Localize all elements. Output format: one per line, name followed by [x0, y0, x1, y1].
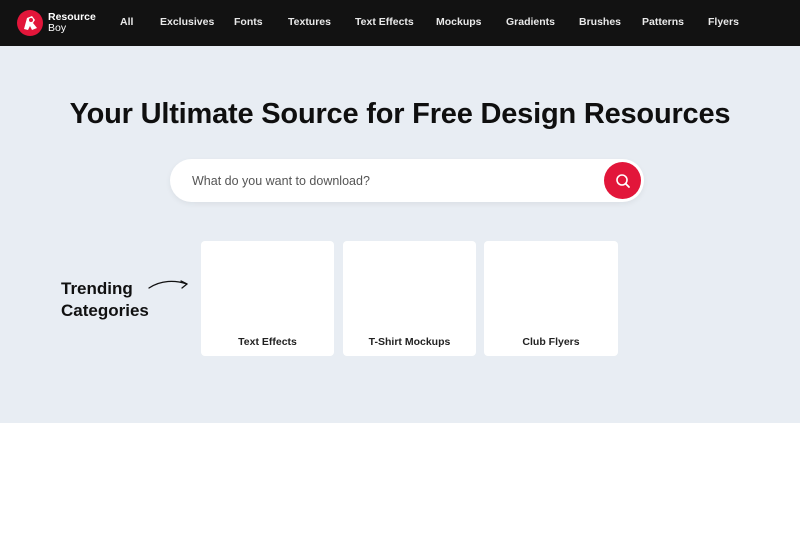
nav-item-gradients[interactable]: Gradients: [506, 16, 555, 28]
category-card-text-effects[interactable]: Text Effects: [201, 241, 334, 356]
nav-item-flyers[interactable]: Flyers: [708, 16, 739, 28]
nav-item-text-effects[interactable]: Text Effects: [355, 16, 414, 28]
search-icon: [615, 173, 630, 188]
curved-arrow-icon: [148, 280, 188, 289]
trending-categories-heading: Trending Categories: [61, 278, 149, 322]
category-card-club-flyers[interactable]: Club Flyers: [484, 241, 618, 356]
nav-item-mockups[interactable]: Mockups: [436, 16, 482, 28]
main-nav: All Exclusives Fonts Textures Text Effec…: [0, 0, 800, 46]
nav-item-patterns[interactable]: Patterns: [642, 16, 684, 28]
nav-item-exclusives[interactable]: Exclusives: [160, 16, 214, 28]
search-input[interactable]: [192, 159, 592, 202]
nav-item-textures[interactable]: Textures: [288, 16, 331, 28]
category-card-label: Text Effects: [238, 336, 297, 348]
category-card-label: Club Flyers: [522, 336, 580, 348]
search-button[interactable]: [604, 162, 641, 199]
nav-item-all[interactable]: All: [120, 16, 133, 28]
category-card-tshirt-mockups[interactable]: T-Shirt Mockups: [343, 241, 476, 356]
hero-section: Your Ultimate Source for Free Design Res…: [0, 46, 800, 423]
top-navigation-bar: Resource Boy All Exclusives Fonts Textur…: [0, 0, 800, 46]
search-bar: [170, 159, 644, 202]
trending-label-line1: Trending: [61, 279, 133, 298]
category-card-label: T-Shirt Mockups: [368, 336, 451, 348]
trending-label-line2: Categories: [61, 301, 149, 320]
nav-item-fonts[interactable]: Fonts: [234, 16, 263, 28]
page-title: Your Ultimate Source for Free Design Res…: [69, 98, 731, 130]
nav-item-brushes[interactable]: Brushes: [579, 16, 621, 28]
